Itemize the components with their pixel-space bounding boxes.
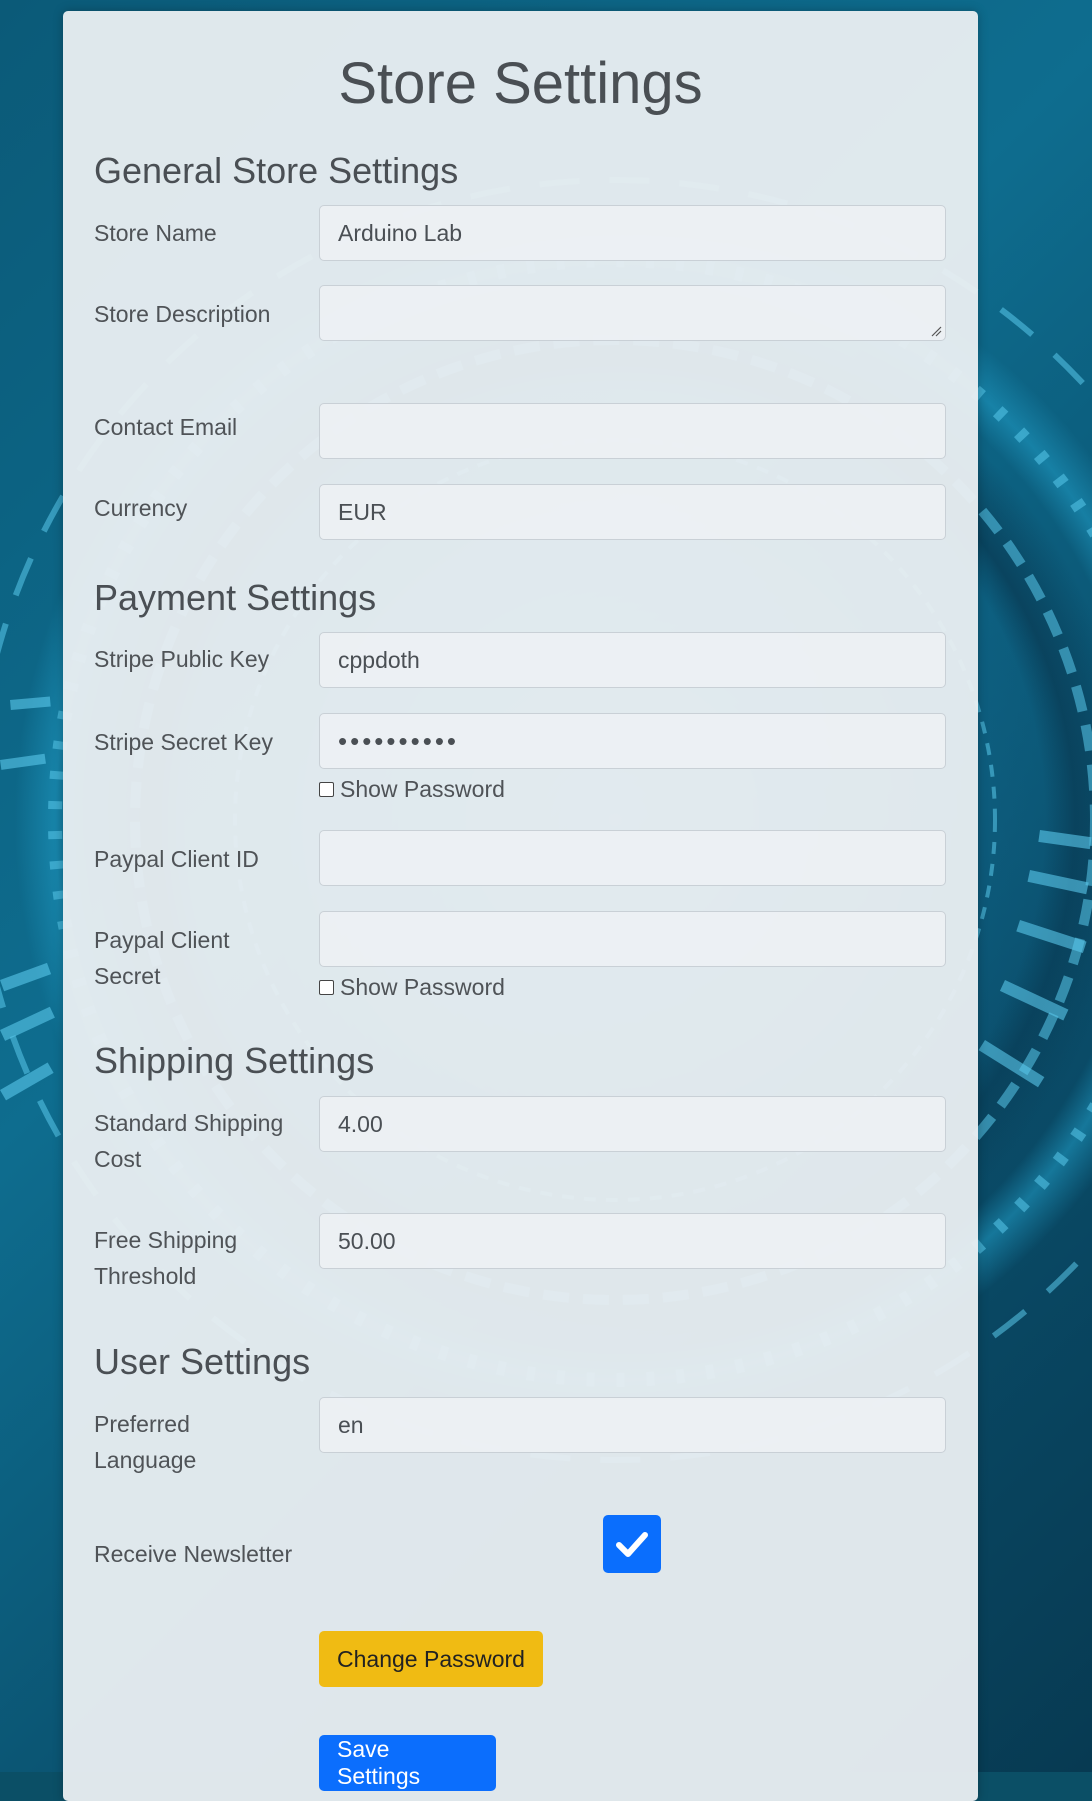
stripe-show-password[interactable]: Show Password [319,776,505,803]
preferred-language-label: Preferred Language [94,1411,197,1473]
paypal-client-secret-input[interactable] [319,911,946,967]
currency-input[interactable]: EUR [319,484,946,540]
stripe-show-password-checkbox[interactable] [319,782,334,797]
store-description-textarea[interactable] [319,285,946,341]
free-shipping-threshold-label: Free Shipping Threshold [94,1227,238,1289]
preferred-language-input[interactable]: en [319,1397,946,1453]
stripe-secret-key-input[interactable]: •••••••••• [319,713,946,769]
free-shipping-threshold-input[interactable]: 50.00 [319,1213,946,1269]
section-heading-shipping: Shipping Settings [94,1040,375,1081]
resize-grip-icon[interactable] [930,325,942,337]
paypal-show-password-checkbox[interactable] [319,980,334,995]
section-heading-general: General Store Settings [94,150,459,191]
receive-newsletter-checkbox[interactable] [603,1515,661,1573]
paypal-client-id-label: Paypal Client ID [94,846,259,872]
store-name-label: Store Name [94,220,217,246]
section-heading-payment: Payment Settings [94,577,377,618]
stripe-public-key-input[interactable]: cppdoth [319,632,946,688]
store-name-input[interactable]: Arduino Lab [319,205,946,261]
settings-card: Store Settings General Store Settings St… [63,11,978,1801]
stripe-public-key-label: Stripe Public Key [94,646,270,672]
paypal-show-password[interactable]: Show Password [319,974,505,1001]
page-title: Store Settings [338,51,703,116]
change-password-button[interactable]: Change Password [319,1631,543,1687]
contact-email-label: Contact Email [94,414,238,440]
stripe-secret-key-label: Stripe Secret Key [94,729,273,755]
currency-label: Currency [94,495,188,521]
stripe-show-password-label: Show Password [340,776,505,802]
paypal-client-id-input[interactable] [319,830,946,886]
standard-shipping-cost-label: Standard Shipping Cost [94,1110,284,1172]
checkmark-icon [616,1532,648,1557]
contact-email-input[interactable] [319,403,946,459]
paypal-client-secret-label: Paypal Client Secret [94,927,230,989]
paypal-show-password-label: Show Password [340,974,505,1000]
save-settings-button[interactable]: Save Settings [319,1735,496,1791]
receive-newsletter-label: Receive Newsletter [94,1541,293,1567]
store-description-label: Store Description [94,301,271,327]
section-heading-user: User Settings [94,1341,311,1382]
standard-shipping-cost-input[interactable]: 4.00 [319,1096,946,1152]
